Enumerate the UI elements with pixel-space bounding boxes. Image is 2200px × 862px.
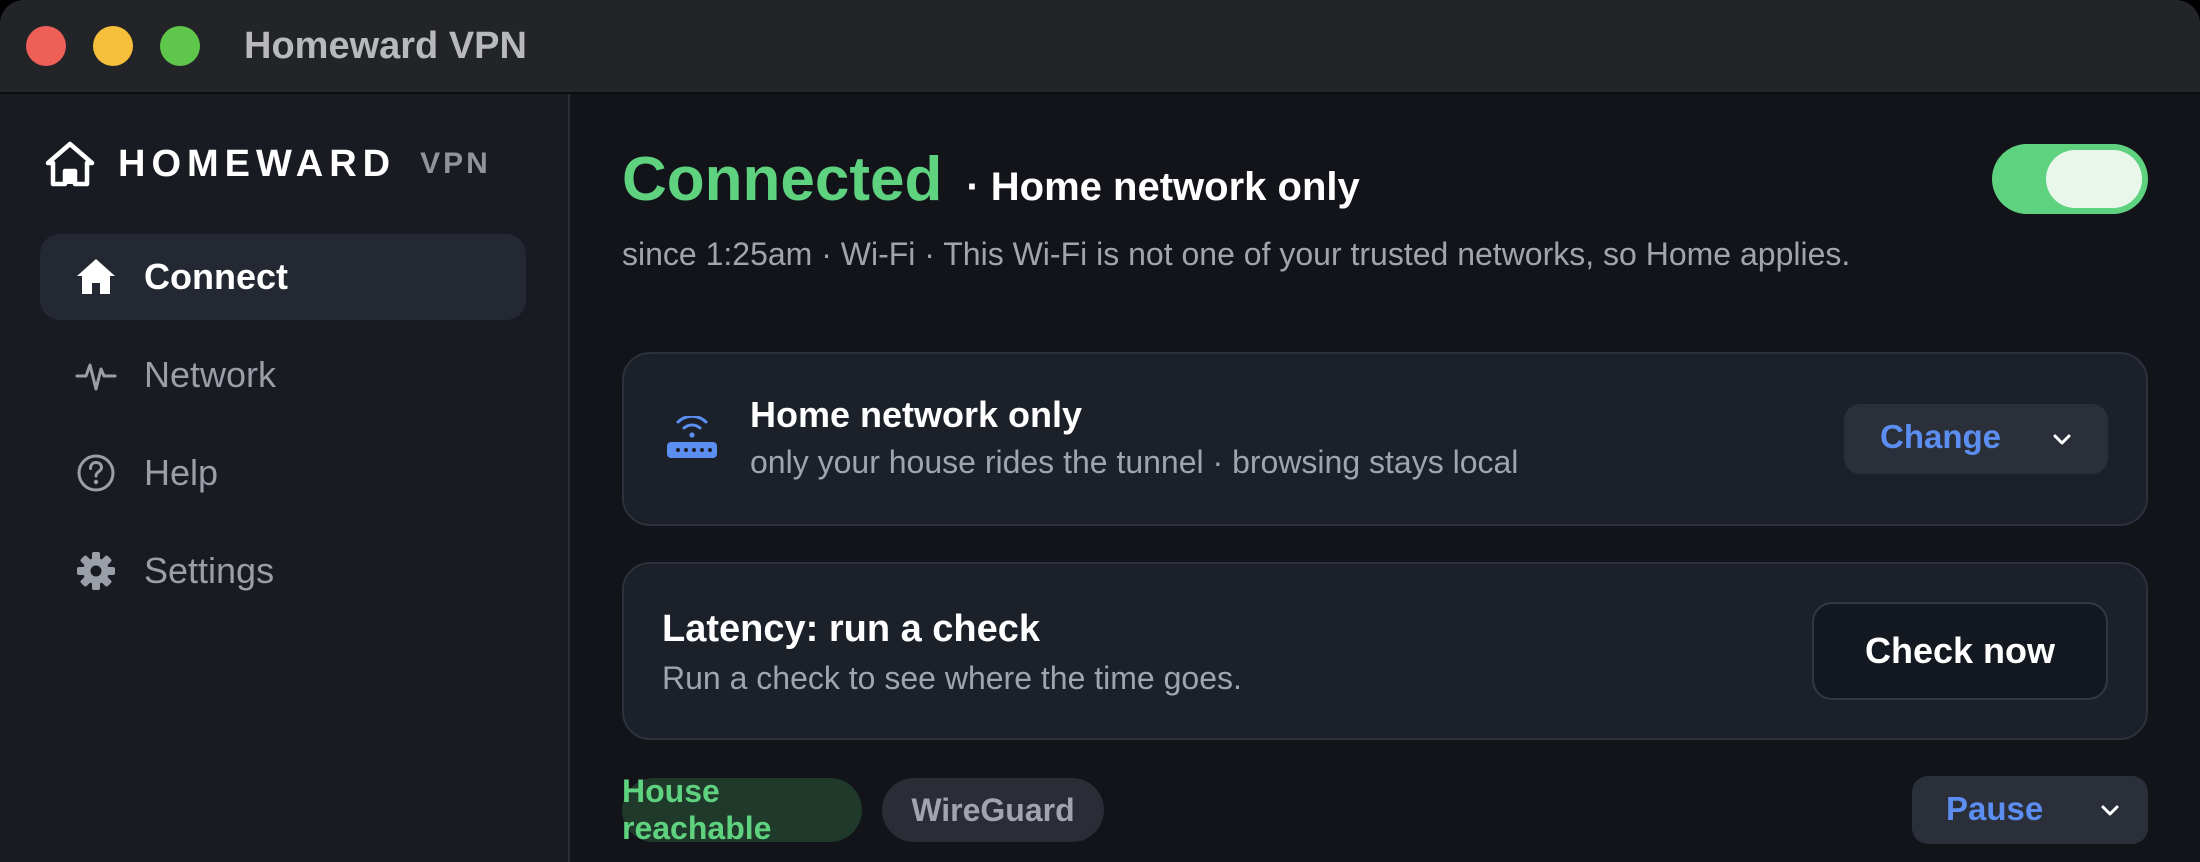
minimize-window-button[interactable] [93,26,133,66]
close-window-button[interactable] [26,26,66,66]
connection-status: Connected · Home network only [622,144,1360,215]
mode-title: Home network only [750,394,1083,435]
connection-mode: · Home network only [966,165,1360,209]
vpn-toggle[interactable] [1992,144,2148,214]
latency-title: Latency: run a check [662,608,1041,650]
brand-suffix: VPN [420,147,491,180]
protocol-badge: WireGuard [882,778,1104,842]
sidebar-item-network[interactable]: Network [40,332,526,418]
app-window: Homeward VPN HOMEWARD VPN Connect Networ… [0,0,2200,862]
title-bar: Homeward VPN [0,0,2200,94]
chevron-down-icon [2053,434,2071,445]
maximize-window-button[interactable] [160,26,200,66]
sidebar: HOMEWARD VPN Connect Network Help Settin… [0,94,570,862]
house-reachable-badge: House reachable [622,773,862,846]
connection-state: Connected [622,145,943,214]
activity-icon [74,353,118,397]
sidebar-item-label: Settings [144,550,275,591]
pause-button[interactable]: Pause [1912,776,2148,844]
router-icon [667,416,717,458]
toggle-knob [2046,150,2142,208]
sidebar-item-settings[interactable]: Settings [40,528,526,614]
pause-label: Pause [1946,790,2044,827]
sidebar-item-help[interactable]: Help [40,430,526,516]
sidebar-item-label: Network [144,354,277,395]
chevron-down-icon[interactable] [2098,799,2122,823]
mode-subtitle: only your house rides the tunnel · brows… [750,444,1519,480]
home-icon [45,141,95,187]
sidebar-item-label: Help [144,452,219,493]
sidebar-item-connect[interactable]: Connect [40,234,526,320]
sidebar-item-label: Connect [144,256,288,297]
mode-card: Home network only only your house rides … [622,352,2148,526]
gear-icon [74,549,118,593]
brand: HOMEWARD VPN [44,134,491,194]
help-icon [74,451,118,495]
status-description: since 1:25am · Wi-Fi · This Wi-Fi is not… [622,236,1851,272]
main-panel: Connected · Home network only since 1:25… [570,94,2200,862]
check-now-button[interactable]: Check now [1812,602,2108,700]
home-icon [74,255,118,299]
change-mode-button[interactable]: Change [1844,404,2108,474]
latency-card: Latency: run a check Run a check to see … [622,562,2148,740]
brand-name: HOMEWARD [118,142,397,185]
change-label: Change [1880,418,2002,455]
latency-subtitle: Run a check to see where the time goes. [662,660,1242,696]
window-title: Homeward VPN [244,25,527,67]
